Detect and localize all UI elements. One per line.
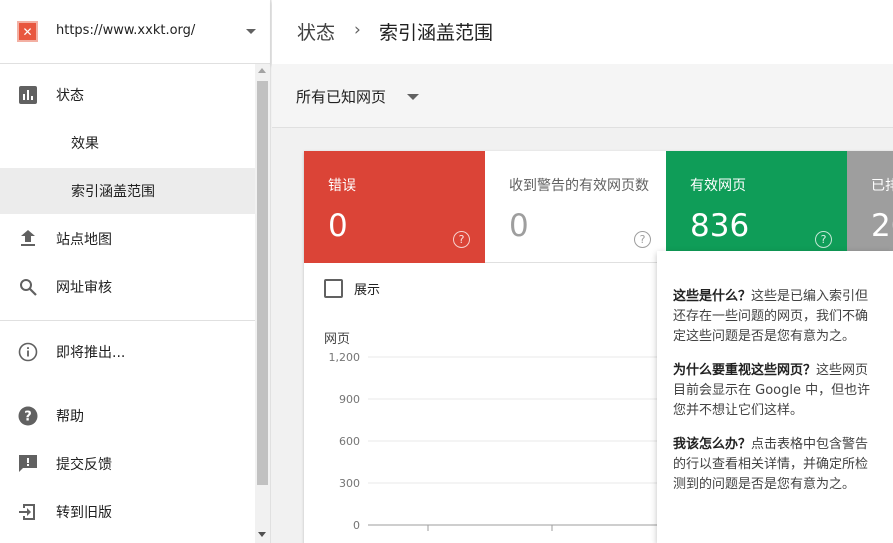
tile-value: 836 bbox=[690, 208, 750, 244]
error-tile[interactable]: 错误 0 ? bbox=[304, 151, 485, 263]
sidebar-item-index-coverage[interactable]: 索引涵盖范围 bbox=[0, 168, 255, 214]
page-title: 索引涵盖范围 bbox=[379, 22, 494, 44]
tooltip-paragraph: 为什么要重视这些网页？这些网页目前会显示在 Google 中，但也许您并不想让它… bbox=[673, 361, 877, 421]
tooltip-paragraph: 我该怎么办？点击表格中包含警告的行以查看相关详情，并确定所检测到的问题是否是您有… bbox=[673, 435, 877, 495]
feedback-icon bbox=[17, 453, 39, 475]
breadcrumb-parent[interactable]: 状态 bbox=[297, 18, 335, 45]
site-url: https://www.xxkt.org/ bbox=[56, 23, 196, 38]
show-checkbox[interactable] bbox=[324, 278, 343, 298]
search-icon bbox=[17, 276, 39, 298]
tooltip-paragraph: 这些是什么？这些是已编入索引但还存在一些问题的网页，我们不确定这些问题是否是您有… bbox=[673, 287, 877, 347]
sidebar-item-feedback[interactable]: 提交反馈 bbox=[0, 441, 255, 487]
svg-text:?: ? bbox=[24, 410, 32, 425]
show-label: 展示 bbox=[354, 282, 381, 298]
warning-tile[interactable]: 收到警告的有效网页数 0 ? bbox=[485, 151, 666, 263]
sidebar-item-label: 网址审核 bbox=[56, 280, 112, 296]
sidebar-item-help[interactable]: ? 帮助 bbox=[0, 393, 255, 439]
tooltip-question: 为什么要重视这些网页？ bbox=[673, 363, 817, 378]
tile-value: 0 bbox=[328, 208, 348, 244]
chart-y-tick-label: 0 bbox=[353, 519, 360, 532]
sidebar-item-label: 状态 bbox=[56, 88, 84, 104]
sidebar-item-label: 即将推出... bbox=[56, 345, 126, 361]
dropdown-caret-icon[interactable] bbox=[407, 94, 419, 100]
sidebar-scrollbar[interactable] bbox=[255, 64, 270, 543]
sidebar-item-coming-soon[interactable]: 即将推出... bbox=[0, 329, 255, 375]
filter-bar: 所有已知网页 bbox=[272, 64, 893, 128]
sidebar-item-label: 站点地图 bbox=[56, 232, 112, 248]
sidebar-item-label: 提交反馈 bbox=[56, 457, 112, 473]
sidebar-item-status[interactable]: 状态 bbox=[0, 72, 255, 118]
tile-value: 0 bbox=[509, 208, 529, 244]
info-icon bbox=[17, 341, 39, 363]
help-icon[interactable]: ? bbox=[453, 231, 470, 248]
sidebar-item-label: 帮助 bbox=[56, 409, 84, 425]
tile-label: 错误 bbox=[328, 178, 356, 194]
property-selector[interactable]: ✕ https://www.xxkt.org/ bbox=[0, 0, 270, 64]
tooltip-question: 这些是什么？ bbox=[673, 289, 752, 304]
scroll-down-arrow-icon[interactable] bbox=[258, 532, 266, 537]
valid-tile[interactable]: 有效网页 836 ? bbox=[666, 151, 847, 263]
tile-value: 20 bbox=[871, 208, 893, 244]
exit-icon bbox=[17, 501, 39, 523]
chart-y-tick-label: 600 bbox=[339, 435, 360, 448]
help-tooltip: 这些是什么？这些是已编入索引但还存在一些问题的网页，我们不确定这些问题是否是您有… bbox=[657, 251, 893, 543]
sidebar-item-performance[interactable]: 效果 bbox=[0, 120, 255, 166]
bar-chart-icon bbox=[17, 84, 39, 106]
sidebar-divider bbox=[0, 320, 255, 321]
tile-label: 有效网页 bbox=[690, 178, 746, 194]
page-header: 状态 › 索引涵盖范围 bbox=[272, 0, 893, 64]
sidebar: ✕ https://www.xxkt.org/ 状态 效果 索引涵盖范围 站点地… bbox=[0, 0, 271, 543]
site-favicon-icon: ✕ bbox=[17, 21, 38, 42]
chart-y-tick-label: 1,200 bbox=[329, 351, 361, 364]
sidebar-item-url-inspection[interactable]: 网址审核 bbox=[0, 264, 255, 310]
help-icon: ? bbox=[17, 405, 39, 427]
scroll-up-arrow-icon[interactable] bbox=[258, 68, 266, 73]
show-toggle[interactable]: 展示 bbox=[324, 278, 380, 298]
excluded-tile[interactable]: 已排 20 bbox=[847, 151, 893, 263]
tile-label: 收到警告的有效网页数 bbox=[509, 178, 649, 194]
help-icon[interactable]: ? bbox=[815, 231, 832, 248]
sidebar-item-sitemaps[interactable]: 站点地图 bbox=[0, 216, 255, 262]
scroll-thumb[interactable] bbox=[257, 81, 268, 485]
tile-label: 已排 bbox=[871, 178, 893, 194]
sidebar-item-label: 效果 bbox=[71, 136, 99, 152]
sidebar-item-label: 索引涵盖范围 bbox=[71, 184, 155, 200]
page-filter-select[interactable]: 所有已知网页 bbox=[296, 86, 386, 107]
upload-icon bbox=[17, 228, 39, 250]
sidebar-item-old-version[interactable]: 转到旧版 bbox=[0, 489, 255, 535]
tooltip-question: 我该怎么办？ bbox=[673, 437, 752, 452]
chart-y-tick-label: 300 bbox=[339, 477, 360, 490]
dropdown-caret-icon[interactable] bbox=[246, 29, 256, 34]
help-icon[interactable]: ? bbox=[634, 231, 651, 248]
chevron-right-icon: › bbox=[354, 20, 361, 40]
sidebar-item-label: 转到旧版 bbox=[56, 505, 112, 521]
chart-y-tick-label: 900 bbox=[339, 393, 360, 406]
